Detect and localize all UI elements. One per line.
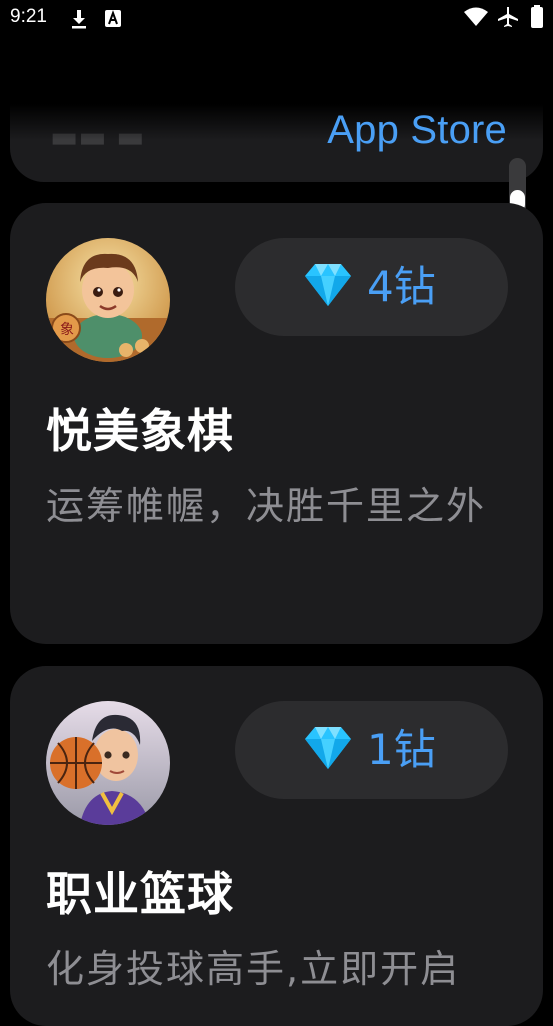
price-label: 1钻 <box>367 725 436 774</box>
game-title: 职业篮球 <box>46 867 234 921</box>
text-notification-icon <box>104 8 122 34</box>
game-card[interactable]: 象 4钻 悦美象棋 运筹帷幄，决胜千里之外 <box>10 203 543 644</box>
app-store-link[interactable]: App Store <box>327 108 507 153</box>
diamond-icon <box>303 262 353 312</box>
chess-player-avatar: 象 <box>46 238 170 362</box>
diamond-icon <box>303 725 353 775</box>
download-icon <box>70 8 88 34</box>
price-button[interactable]: 1钻 <box>235 701 508 799</box>
basketball-player-avatar <box>46 701 170 825</box>
status-bar: 9:21 <box>0 0 553 38</box>
game-description: 化身投球高手,立即开启 <box>46 947 461 991</box>
game-title: 悦美象棋 <box>46 404 234 458</box>
battery-icon <box>530 5 544 33</box>
price-button[interactable]: 4钻 <box>235 238 508 336</box>
price-label: 4钻 <box>367 262 436 311</box>
wifi-icon <box>463 6 489 32</box>
game-description: 运筹帷幄，决胜千里之外 <box>46 484 487 528</box>
game-card[interactable]: 1钻 职业篮球 化身投球高手,立即开启 <box>10 666 543 1026</box>
status-time: 9:21 <box>10 6 47 27</box>
airplane-mode-icon <box>496 5 520 33</box>
svg-text:象: 象 <box>60 322 74 338</box>
